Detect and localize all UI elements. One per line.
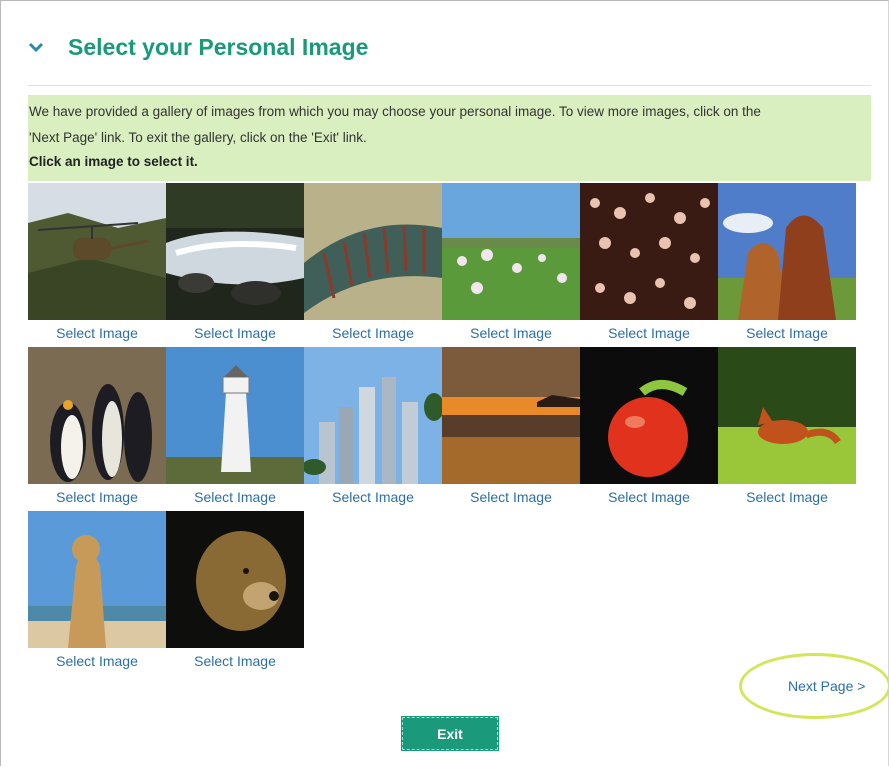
select-image-link[interactable]: Select Image xyxy=(166,653,304,669)
next-page-link[interactable]: Next Page > xyxy=(788,678,865,694)
gallery-item: Select Image xyxy=(166,347,304,511)
select-image-link[interactable]: Select Image xyxy=(304,325,442,341)
select-image-link[interactable]: Select Image xyxy=(580,325,718,341)
poppy-field-image[interactable] xyxy=(442,183,580,320)
millipede-image[interactable] xyxy=(304,183,442,320)
cat-image[interactable] xyxy=(28,511,166,648)
gallery-item: Select Image xyxy=(580,347,718,511)
gallery-item: Select Image xyxy=(28,347,166,511)
tomato-image[interactable] xyxy=(580,347,718,484)
section-header[interactable]: Select your Personal Image xyxy=(28,30,368,64)
gallery-item: Select Image xyxy=(442,183,580,347)
select-image-link[interactable]: Select Image xyxy=(718,489,856,505)
select-image-link[interactable]: Select Image xyxy=(166,325,304,341)
gallery-item: Select Image xyxy=(718,347,856,511)
bear-image[interactable] xyxy=(166,511,304,648)
lighthouse-image[interactable] xyxy=(166,347,304,484)
gallery-item: Select Image xyxy=(304,183,442,347)
select-image-link[interactable]: Select Image xyxy=(28,325,166,341)
blossoms-image[interactable] xyxy=(580,183,718,320)
info-text-line1: We have provided a gallery of images fro… xyxy=(29,104,761,119)
gallery-item: Select Image xyxy=(166,183,304,347)
penguins-image[interactable] xyxy=(28,347,166,484)
exit-button[interactable]: Exit xyxy=(401,716,499,751)
fox-image[interactable] xyxy=(718,347,856,484)
gallery-item: Select Image xyxy=(166,511,304,675)
select-image-link[interactable]: Select Image xyxy=(718,325,856,341)
select-image-link[interactable]: Select Image xyxy=(28,489,166,505)
divider xyxy=(28,85,871,86)
gallery-row: Select Image Select Image xyxy=(28,511,858,675)
sunset-beach-image[interactable] xyxy=(442,347,580,484)
select-image-link[interactable]: Select Image xyxy=(304,489,442,505)
gallery-item: Select Image xyxy=(28,183,166,347)
skyscrapers-image[interactable] xyxy=(304,347,442,484)
gallery-item: Select Image xyxy=(580,183,718,347)
gallery-item: Select Image xyxy=(442,347,580,511)
select-image-link[interactable]: Select Image xyxy=(442,325,580,341)
horses-image[interactable] xyxy=(718,183,856,320)
select-image-link[interactable]: Select Image xyxy=(28,653,166,669)
select-image-link[interactable]: Select Image xyxy=(442,489,580,505)
gallery-item: Select Image xyxy=(718,183,856,347)
select-image-link[interactable]: Select Image xyxy=(166,489,304,505)
gallery-row: Select Image Select Image xyxy=(28,183,858,347)
image-gallery: Select Image Select Image Select Image S… xyxy=(28,183,858,675)
helicopter-image[interactable] xyxy=(28,183,166,320)
gallery-item: Select Image xyxy=(28,511,166,675)
info-text-line2: 'Next Page' link. To exit the gallery, c… xyxy=(29,130,367,145)
select-image-link[interactable]: Select Image xyxy=(580,489,718,505)
instruction-text: Click an image to select it. xyxy=(29,154,198,169)
waterfall-image[interactable] xyxy=(166,183,304,320)
chevron-down-icon[interactable] xyxy=(28,41,44,53)
info-box: We have provided a gallery of images fro… xyxy=(28,95,871,181)
page-title: Select your Personal Image xyxy=(68,33,369,60)
gallery-row: Select Image Select Image xyxy=(28,347,858,511)
gallery-item: Select Image xyxy=(304,347,442,511)
